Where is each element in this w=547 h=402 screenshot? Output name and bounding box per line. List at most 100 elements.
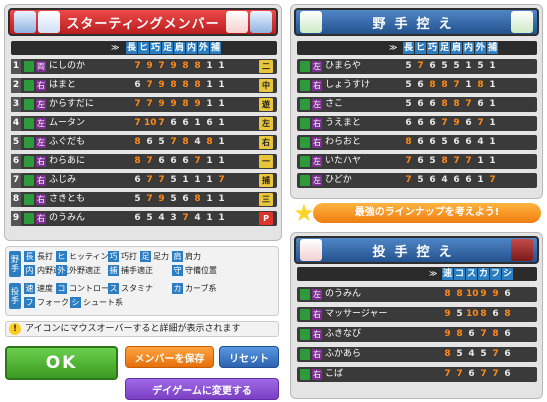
stat-value: 1 bbox=[489, 99, 496, 109]
swap-arrow-icon[interactable] bbox=[24, 118, 34, 129]
swap-arrow-icon[interactable] bbox=[300, 137, 310, 148]
position-badge[interactable]: 一 bbox=[259, 155, 273, 168]
lineup-row[interactable]: 3 左からすだに 7 7 9 9 8 9 1 1 遊 bbox=[11, 97, 277, 112]
player-name: ひまらや bbox=[325, 61, 362, 71]
lineup-row[interactable]: 5 左ふぐだも 8 6 5 7 8 4 8 1 右 bbox=[11, 135, 277, 150]
swap-arrow-icon[interactable] bbox=[300, 156, 310, 167]
lineup-row[interactable]: 4 左ムータン 7 10 7 6 6 1 6 1 左 bbox=[11, 116, 277, 131]
swap-arrow-icon[interactable] bbox=[300, 99, 310, 110]
player-avatar-icon bbox=[300, 239, 322, 261]
stat-value: 9 bbox=[170, 61, 177, 71]
sort-arrow-icon[interactable]: ≫ bbox=[429, 268, 437, 280]
swap-arrow-icon[interactable] bbox=[300, 289, 310, 300]
stat-header-3: カ bbox=[478, 268, 489, 280]
bench-row[interactable]: 右しょうすけ 5 6 8 8 7 1 8 1 bbox=[297, 78, 537, 93]
swap-arrow-icon[interactable] bbox=[24, 156, 34, 167]
swap-arrow-icon[interactable] bbox=[24, 213, 34, 224]
stat-value: 9 bbox=[480, 289, 487, 299]
swap-arrow-icon[interactable] bbox=[24, 194, 34, 205]
stat-header-5: 内 bbox=[186, 42, 197, 54]
swap-arrow-icon[interactable] bbox=[300, 329, 310, 340]
stat-value: 9 bbox=[492, 289, 499, 299]
sort-arrow-icon[interactable]: ≫ bbox=[389, 42, 397, 54]
legend-key: 足 bbox=[140, 251, 151, 262]
bench-row[interactable]: 左ひまらや 5 7 6 5 5 1 5 1 bbox=[297, 59, 537, 74]
pitcher-row[interactable]: 右マッサージャー 9 5 10 8 6 8 bbox=[297, 307, 537, 322]
stat-value: 7 bbox=[194, 156, 201, 166]
lineup-row[interactable]: 1 両にしのか 7 9 7 9 8 8 1 1 二 bbox=[11, 59, 277, 74]
save-members-button[interactable]: メンバーを保存 bbox=[125, 346, 214, 368]
stat-value: 7 bbox=[492, 349, 499, 359]
stat-value: 1 bbox=[489, 80, 496, 90]
position-badge[interactable]: 左 bbox=[259, 117, 273, 130]
position-badge[interactable]: P bbox=[259, 212, 273, 225]
pitcher-row[interactable]: 右ふかあら 8 5 4 5 7 6 bbox=[297, 347, 537, 362]
swap-arrow-icon[interactable] bbox=[300, 118, 310, 129]
position-badge[interactable]: 中 bbox=[259, 79, 273, 92]
batting-order: 3 bbox=[11, 97, 21, 112]
bench-row[interactable]: 左いたハヤ 7 6 5 8 7 7 1 1 bbox=[297, 154, 537, 169]
lineup-row[interactable]: 9 右のうみん 6 5 4 3 7 4 1 1 P bbox=[11, 211, 277, 226]
stat-value: 5 bbox=[405, 61, 412, 71]
position-badge[interactable]: 右 bbox=[259, 136, 273, 149]
swap-arrow-icon[interactable] bbox=[300, 61, 310, 72]
position-badge[interactable]: 捕 bbox=[259, 174, 273, 187]
lineup-row[interactable]: 2 右はまと 6 7 9 8 8 8 1 1 中 bbox=[11, 78, 277, 93]
stat-value: 1 bbox=[206, 61, 213, 71]
stat-value: 7 bbox=[134, 118, 141, 128]
swap-arrow-icon[interactable] bbox=[300, 80, 310, 91]
batting-order: 7 bbox=[11, 173, 21, 188]
day-game-button[interactable]: デイゲームに変更する bbox=[125, 378, 279, 400]
bench-row[interactable]: 右わらおと 8 6 6 5 6 6 4 1 bbox=[297, 135, 537, 150]
bench-row[interactable]: 左ひどか 7 5 6 4 6 6 1 7 bbox=[297, 173, 537, 188]
bench-row[interactable]: 右うえまと 6 6 6 7 9 6 7 1 bbox=[297, 116, 537, 131]
ok-button[interactable]: OK bbox=[5, 346, 118, 380]
legend-text: 長打 bbox=[37, 252, 53, 261]
sort-arrow-icon[interactable]: ≫ bbox=[111, 42, 119, 54]
stat-header-3: 足 bbox=[439, 42, 450, 54]
hand-badge: 右 bbox=[312, 349, 322, 360]
stat-value: 6 bbox=[477, 99, 484, 109]
position-badge[interactable]: 三 bbox=[259, 193, 273, 206]
stat-value: 9 bbox=[453, 118, 460, 128]
lineup-row[interactable]: 6 右わらあに 8 7 6 6 6 7 1 1 一 bbox=[11, 154, 277, 169]
stat-header-2: 巧 bbox=[150, 42, 161, 54]
position-badge[interactable]: 二 bbox=[259, 60, 273, 73]
stat-value: 6 bbox=[504, 349, 511, 359]
bench-row[interactable]: 左さこ 5 6 6 8 8 7 6 1 bbox=[297, 97, 537, 112]
swap-arrow-icon[interactable] bbox=[300, 349, 310, 360]
stat-value: 6 bbox=[206, 118, 213, 128]
legend-key: 巧 bbox=[108, 251, 119, 262]
stat-value: 1 bbox=[477, 175, 484, 185]
pitcher-row[interactable]: 右ふきなび 9 8 6 7 8 6 bbox=[297, 327, 537, 342]
swap-arrow-icon[interactable] bbox=[24, 61, 34, 72]
pitcher-row[interactable]: 右こば 7 7 6 7 7 6 bbox=[297, 367, 537, 382]
pitcher-row[interactable]: 左のうみん 8 8 10 9 9 6 bbox=[297, 287, 537, 302]
player-name: ムータン bbox=[49, 118, 86, 128]
swap-arrow-icon[interactable] bbox=[24, 137, 34, 148]
swap-arrow-icon[interactable] bbox=[300, 309, 310, 320]
stat-value: 8 bbox=[441, 80, 448, 90]
stat-header-1: ヒ bbox=[138, 42, 149, 54]
reset-button[interactable]: リセット bbox=[219, 346, 279, 368]
legend-text: 守備位置 bbox=[185, 266, 217, 275]
lineup-row[interactable]: 7 右ふじみ 6 7 7 5 1 1 1 7 捕 bbox=[11, 173, 277, 188]
swap-arrow-icon[interactable] bbox=[300, 175, 310, 186]
stat-value: 7 bbox=[444, 369, 451, 379]
swap-arrow-icon[interactable] bbox=[24, 99, 34, 110]
swap-arrow-icon[interactable] bbox=[300, 369, 310, 380]
stat-value: 1 bbox=[206, 194, 213, 204]
stat-value: 1 bbox=[218, 80, 225, 90]
stat-value: 7 bbox=[134, 61, 141, 71]
stat-value: 9 bbox=[158, 80, 165, 90]
stat-value: 1 bbox=[206, 80, 213, 90]
position-badge[interactable]: 遊 bbox=[259, 98, 273, 111]
swap-arrow-icon[interactable] bbox=[24, 80, 34, 91]
stat-value: 1 bbox=[218, 213, 225, 223]
stat-value: 5 bbox=[170, 194, 177, 204]
lineup-row[interactable]: 8 右さきとも 5 7 9 5 6 8 1 1 三 bbox=[11, 192, 277, 207]
stat-value: 6 bbox=[504, 329, 511, 339]
hand-badge: 右 bbox=[312, 80, 322, 91]
stat-value: 6 bbox=[429, 61, 436, 71]
swap-arrow-icon[interactable] bbox=[24, 175, 34, 186]
